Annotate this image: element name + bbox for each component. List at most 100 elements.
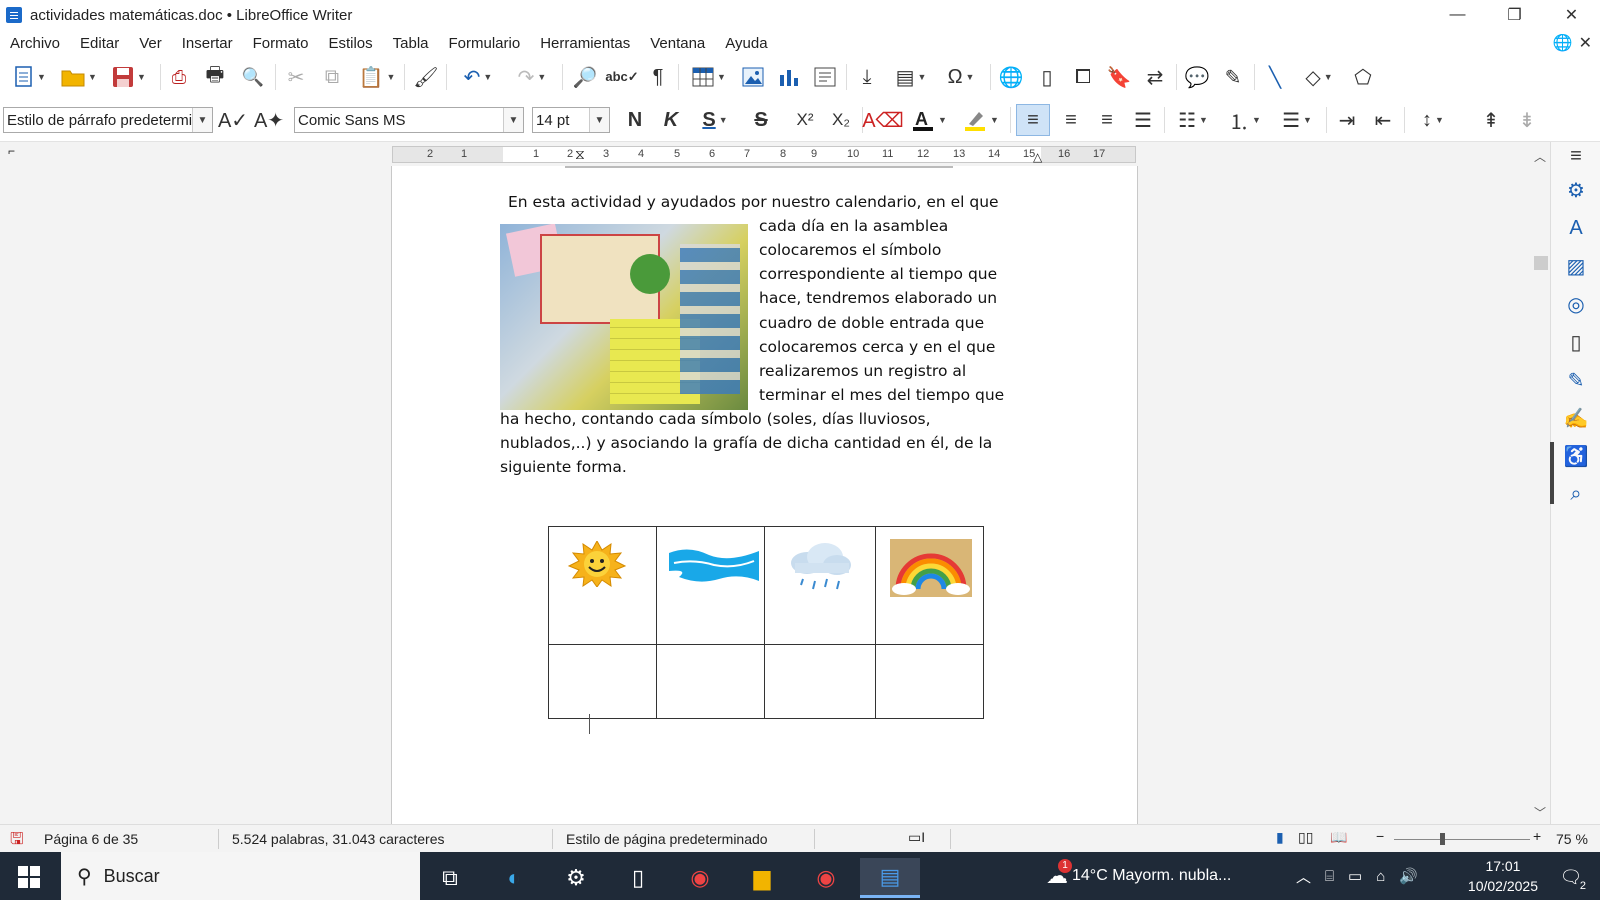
formatting-marks-button[interactable]: ¶ — [644, 61, 672, 93]
insert-special-character-button[interactable]: Ω ▼ — [938, 61, 984, 93]
table-cell-rain[interactable] — [764, 526, 876, 645]
chrome-icon[interactable]: ◉ — [670, 858, 730, 898]
menu-ayuda[interactable]: Ayuda — [715, 35, 777, 52]
insert-endnote-button[interactable]: ⧠ — [1068, 61, 1098, 93]
print-preview-button[interactable]: 🔍 — [238, 61, 268, 93]
table-cell-sun[interactable] — [548, 526, 657, 645]
chevron-down-icon[interactable]: ▼ — [503, 108, 523, 132]
menu-ver[interactable]: Ver — [129, 35, 172, 52]
outline-list-button[interactable]: ☰ ▼ — [1274, 104, 1320, 136]
menu-archivo[interactable]: Archivo — [0, 35, 70, 52]
bold-button[interactable]: N — [620, 104, 650, 136]
clock[interactable]: 17:01 10/02/2025 — [1468, 856, 1538, 896]
horizontal-ruler[interactable]: 2 1 1 2 3 4 5 6 7 8 9 10 11 12 13 14 15 … — [392, 146, 1136, 164]
paragraph-style-combo[interactable]: Estilo de párrafo predeterminado ▼ — [3, 107, 213, 133]
document-modified-icon[interactable]: 🖫 — [10, 828, 24, 855]
insert-image-button[interactable] — [738, 61, 768, 93]
font-size-combo[interactable]: 14 pt ▼ — [532, 107, 610, 133]
right-indent-marker-icon[interactable]: △ — [1033, 150, 1042, 164]
edge-icon[interactable]: ◐ — [484, 858, 544, 898]
volume-icon[interactable]: 🔊 — [1399, 867, 1418, 885]
document-area[interactable]: En esta actividad y ayudados por nuestro… — [0, 166, 1530, 824]
unordered-list-button[interactable]: ☷ ▼ — [1170, 104, 1216, 136]
sidebar-menu-icon[interactable]: ≡ — [1564, 144, 1588, 168]
table-cell-wind[interactable] — [656, 526, 765, 645]
file-explorer-icon[interactable]: ▆ — [732, 858, 792, 898]
increase-paragraph-spacing-button[interactable]: ⇞ — [1476, 104, 1506, 136]
insert-footnote-button[interactable]: ▯ — [1032, 61, 1062, 93]
copy-button[interactable]: ⧉ — [318, 61, 346, 93]
clear-formatting-button[interactable]: A⌫ — [862, 104, 904, 136]
word-count[interactable]: 5.524 palabras, 31.043 caracteres — [232, 831, 444, 847]
show-hidden-icons-icon[interactable]: ︿ — [1296, 866, 1311, 887]
scrollbar-thumb[interactable] — [1534, 256, 1548, 270]
zoom-out-icon[interactable]: − — [1376, 828, 1384, 844]
close-button[interactable]: ✕ — [1543, 0, 1600, 30]
draw-shapes-button[interactable]: ⬠ — [1348, 61, 1378, 93]
insert-comment-button[interactable]: 💬 — [1182, 61, 1212, 93]
align-right-button[interactable]: ≡ — [1092, 104, 1122, 136]
table-cell-empty[interactable] — [764, 644, 876, 719]
insert-chart-button[interactable] — [774, 61, 804, 93]
clone-formatting-button[interactable]: 🖌 — [412, 61, 440, 93]
open-button[interactable]: ▼ — [56, 61, 102, 93]
page-icon[interactable]: ▯ — [1564, 330, 1588, 354]
book-view-icon[interactable]: 📖 — [1330, 829, 1347, 846]
scroll-down-icon[interactable]: ﹀ — [1534, 804, 1546, 821]
globe-icon[interactable]: 🌐 — [1553, 33, 1573, 53]
single-page-view-icon[interactable]: ▮ — [1276, 829, 1284, 846]
font-color-button[interactable]: A ▼ — [906, 104, 952, 136]
menu-formulario[interactable]: Formulario — [439, 35, 531, 52]
menu-editar[interactable]: Editar — [70, 35, 129, 52]
zoom-level[interactable]: 75 % — [1556, 831, 1588, 847]
gallery-icon[interactable]: ▨ — [1564, 254, 1588, 278]
document-page[interactable]: En esta actividad y ayudados por nuestro… — [391, 166, 1138, 824]
table-cell-empty[interactable] — [875, 644, 984, 719]
style-inspector-icon[interactable]: ✎ — [1564, 368, 1588, 392]
find-icon[interactable]: ⌕ — [1564, 482, 1588, 506]
new-document-button[interactable]: ▼ — [8, 61, 52, 93]
update-style-button[interactable]: A✓ — [218, 104, 248, 136]
weather-widget[interactable]: ☁ 1 14°C Mayorm. nubla... — [1046, 852, 1231, 900]
meet-now-icon[interactable]: ⌸ — [1325, 868, 1334, 885]
insert-mode-icon[interactable]: ▭I — [908, 829, 925, 846]
save-button[interactable]: ▼ — [106, 61, 152, 93]
chevron-down-icon[interactable]: ▼ — [192, 108, 212, 132]
zoom-slider-handle[interactable] — [1440, 833, 1445, 845]
zoom-in-icon[interactable]: + — [1533, 828, 1541, 844]
navigator-icon[interactable]: ◎ — [1564, 292, 1588, 316]
menu-estilos[interactable]: Estilos — [318, 35, 382, 52]
redo-button[interactable]: ↷ ▼ — [508, 61, 556, 93]
highlight-button[interactable]: ▼ — [958, 104, 1004, 136]
restore-button[interactable]: ❐ — [1486, 0, 1543, 30]
undo-button[interactable]: ↶ ▼ — [454, 61, 502, 93]
insert-bookmark-button[interactable]: 🔖 — [1104, 61, 1134, 93]
underline-button[interactable]: S ▼ — [692, 104, 738, 136]
track-changes-button[interactable]: ✎ — [1218, 61, 1248, 93]
insert-cross-reference-button[interactable]: ⇄ — [1140, 61, 1170, 93]
vertical-scrollbar[interactable]: ︿ ﹀ — [1530, 148, 1550, 824]
page-number[interactable]: Página 6 de 35 — [44, 831, 138, 847]
network-icon[interactable]: ⌂ — [1376, 868, 1385, 885]
find-replace-button[interactable]: 🔎 — [570, 61, 600, 93]
table-cell-empty[interactable] — [548, 644, 657, 719]
font-name-combo[interactable]: Comic Sans MS ▼ — [294, 107, 524, 133]
cut-button[interactable]: ✂ — [282, 61, 310, 93]
notification-center-icon[interactable]: 🗨 2 — [1556, 862, 1586, 893]
ordered-list-button[interactable]: ⒈ ▼ — [1222, 104, 1268, 136]
menu-formato[interactable]: Formato — [243, 35, 319, 52]
page-style[interactable]: Estilo de página predeterminado — [566, 831, 768, 847]
insert-hyperlink-button[interactable]: 🌐 — [996, 61, 1026, 93]
settings-gear-icon[interactable]: ⚙ — [546, 858, 606, 898]
weather-table[interactable] — [548, 526, 984, 719]
decrease-paragraph-spacing-button[interactable]: ⇟ — [1512, 104, 1542, 136]
menu-herramientas[interactable]: Herramientas — [530, 35, 640, 52]
insert-field-button[interactable]: ▤ ▼ — [888, 61, 934, 93]
taskbar-search[interactable]: ⚲ Buscar — [61, 852, 420, 900]
menu-tabla[interactable]: Tabla — [383, 35, 439, 52]
menu-insertar[interactable]: Insertar — [172, 35, 243, 52]
table-cell-empty[interactable] — [656, 644, 765, 719]
insert-line-button[interactable]: ╲ — [1260, 61, 1290, 93]
chrome-profile-icon[interactable]: ◉ — [796, 858, 856, 898]
accessibility-check-icon[interactable]: ♿ — [1564, 444, 1589, 468]
